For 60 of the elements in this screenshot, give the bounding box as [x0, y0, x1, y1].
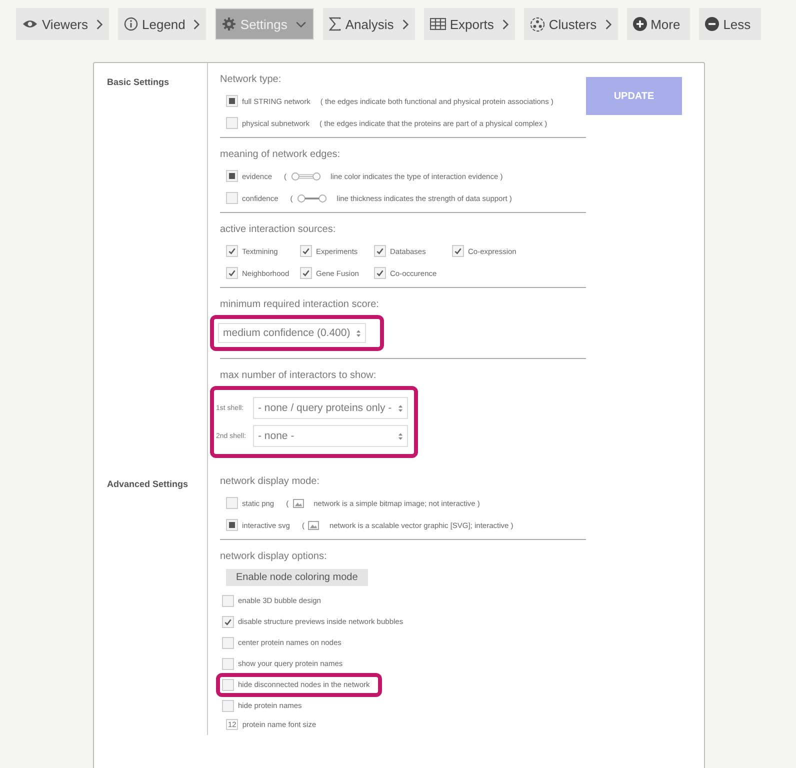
- eye-icon: [22, 19, 38, 29]
- chevron-right-icon: [402, 18, 409, 30]
- chevron-right-icon: [502, 18, 509, 30]
- spinner-arrows-icon: [356, 328, 362, 338]
- checkbox[interactable]: [226, 497, 238, 509]
- edge-legend-icon: [296, 194, 327, 202]
- checkbox[interactable]: [374, 245, 386, 257]
- chevron-down-icon: [295, 20, 308, 28]
- group-heading: meaning of network edges:: [220, 149, 342, 160]
- checkbox[interactable]: [222, 616, 234, 628]
- checkbox[interactable]: [222, 594, 234, 606]
- toolbar-button[interactable]: More: [626, 8, 690, 40]
- plus-icon: [632, 17, 647, 31]
- section-label: Basic Settings: [106, 76, 170, 89]
- score-select[interactable]: medium confidence (0.400): [218, 323, 366, 343]
- chevron-right-icon: [96, 18, 104, 30]
- checkbox[interactable]: [226, 170, 238, 182]
- checkbox[interactable]: [226, 192, 238, 204]
- checkbox[interactable]: [300, 245, 312, 257]
- checkbox[interactable]: [222, 700, 234, 712]
- toolbar-button[interactable]: Less: [699, 8, 761, 40]
- spinner-arrows-icon: [398, 404, 403, 412]
- section-label: Advanced Settings: [106, 478, 190, 491]
- checkbox[interactable]: [226, 117, 238, 129]
- edge-legend-icon: [290, 172, 321, 180]
- chevron-right-icon: [604, 18, 612, 30]
- coloring-mode-button[interactable]: Enable node coloring mode: [226, 569, 368, 586]
- toolbar-button[interactable]: Analysis: [323, 8, 415, 40]
- cluster-icon: [530, 16, 545, 32]
- table-icon: [430, 18, 446, 30]
- sigma-icon: [329, 17, 342, 31]
- checkbox[interactable]: [452, 245, 464, 257]
- group-heading: active interaction sources:: [220, 224, 337, 235]
- checkbox[interactable]: [226, 95, 238, 107]
- toolbar-button[interactable]: Viewers: [16, 8, 110, 40]
- checkbox[interactable]: [222, 678, 234, 690]
- info-icon: [124, 17, 138, 31]
- group-heading: network display mode:: [220, 476, 320, 487]
- checkbox[interactable]: [300, 267, 312, 279]
- gear-icon: [222, 17, 236, 31]
- minus-icon: [705, 17, 720, 31]
- checkbox[interactable]: [226, 267, 238, 279]
- chevron-right-icon: [193, 18, 200, 30]
- group-heading: Network type:: [220, 74, 282, 85]
- group-heading: network display options:: [220, 551, 328, 562]
- image-icon: [292, 498, 304, 508]
- checkbox[interactable]: [374, 267, 386, 279]
- checkbox[interactable]: [226, 245, 238, 257]
- shell-select[interactable]: - none / query proteins only -: [253, 397, 408, 419]
- toolbar-button[interactable]: Exports: [424, 8, 515, 40]
- checkbox[interactable]: [226, 519, 238, 531]
- group-heading: max number of interactors to show:: [220, 370, 378, 381]
- image-icon: [308, 520, 320, 530]
- spinner-arrows-icon: [398, 432, 403, 440]
- checkbox[interactable]: [222, 636, 234, 648]
- checkbox[interactable]: [222, 658, 234, 670]
- toolbar-button[interactable]: Clusters: [524, 8, 618, 40]
- shell-select[interactable]: - none -: [253, 425, 408, 447]
- toolbar-button[interactable]: Legend: [118, 8, 206, 40]
- group-heading: minimum required interaction score:: [220, 299, 380, 310]
